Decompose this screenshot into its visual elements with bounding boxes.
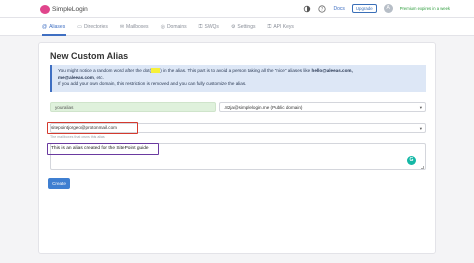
nav-item-label: Settings (237, 24, 256, 30)
at-icon: @ (42, 24, 48, 30)
nav-item-directories[interactable]: ▭ Directories (77, 24, 108, 30)
create-button[interactable]: Create (48, 178, 70, 189)
active-tab-indicator (42, 34, 66, 36)
grammarly-icon[interactable]: G (407, 156, 416, 165)
page-title: New Custom Alias (50, 51, 129, 61)
docs-link[interactable]: Docs (333, 6, 344, 12)
chevron-down-icon: ▾ (419, 105, 422, 110)
nav-item-label: SWQs (204, 24, 219, 30)
key-icon: ⚿ (267, 24, 272, 30)
info-alert: You might notice a random word after the… (50, 65, 426, 92)
upgrade-button[interactable]: Upgrade (351, 4, 377, 13)
premium-status-text: Premium expires in a week (399, 6, 450, 11)
nav-item-label: API Keys (273, 24, 294, 30)
nav-item-settings[interactable]: ⚙ Settings (231, 24, 256, 30)
mailbox-help-text: The mailboxes that owns this alias (50, 135, 105, 139)
suffix-value: .82ja@simplelogin.me (Public domain) (224, 105, 303, 110)
nav-item-label: Directories (83, 24, 108, 30)
gear-icon: ⚙ (230, 24, 236, 30)
dark-mode-toggle-icon[interactable] (303, 5, 311, 13)
info-text: ) in the alias. This part is to avoid a … (160, 68, 311, 73)
new-alias-card: New Custom Alias You might notice a rand… (38, 42, 436, 254)
nav-item-label: Aliases (49, 24, 66, 30)
highlighted-random-word: xxxx (151, 68, 161, 73)
folder-icon: ▭ (77, 24, 82, 30)
chevron-down-icon: ▾ (419, 126, 422, 131)
nav-item-api-keys[interactable]: ⚿ API Keys (268, 24, 294, 30)
brand-name: SimpleLogin (52, 6, 88, 13)
globe-icon: ◎ (160, 24, 165, 30)
brand-logo[interactable]: SimpleLogin (40, 5, 88, 14)
note-value-highlight[interactable]: This is an alias created for the SitePoi… (47, 143, 159, 155)
inbox-icon: ✉ (119, 24, 125, 30)
top-bar: SimpleLogin ? Docs Upgrade A Premium exp… (0, 0, 474, 18)
nav-item-mailboxes[interactable]: ✉ Mailboxes (120, 24, 149, 30)
nav-item-aliases[interactable]: @ Aliases (42, 24, 65, 30)
main-nav: @ Aliases ▭ Directories ✉ Mailboxes ◎ Domain… (0, 18, 474, 36)
top-bar-actions: ? Docs Upgrade A Premium expires in a we… (303, 4, 450, 13)
alias-prefix-input[interactable]: youralias (50, 102, 216, 112)
nav-item-domains[interactable]: ◎ Domains (161, 24, 187, 30)
info-text: You might notice a random word after the… (58, 68, 152, 73)
mailbox-value-highlight[interactable]: sitepointjorgeo@protonmail.com (47, 122, 138, 134)
info-example-alias: me@aleeas.com (58, 74, 94, 80)
nav-item-swqs[interactable]: ⚿ SWQs (199, 24, 219, 30)
simplelogin-logo-icon (40, 5, 50, 14)
info-line-3: If you add your own domain, this restric… (58, 81, 247, 86)
info-example-alias: hello@aleeas.com, (311, 68, 353, 73)
nav-item-label: Domains (166, 24, 187, 30)
key-icon: ⚿ (198, 24, 203, 30)
svg-text:?: ? (321, 6, 323, 11)
alias-suffix-select[interactable]: .82ja@simplelogin.me (Public domain) ▾ (219, 102, 426, 112)
info-text: , etc. (93, 74, 104, 80)
nav-item-label: Mailboxes (126, 24, 149, 30)
help-icon[interactable]: ? (318, 4, 327, 13)
resize-handle-icon[interactable] (421, 166, 424, 169)
avatar[interactable]: A (383, 4, 393, 13)
